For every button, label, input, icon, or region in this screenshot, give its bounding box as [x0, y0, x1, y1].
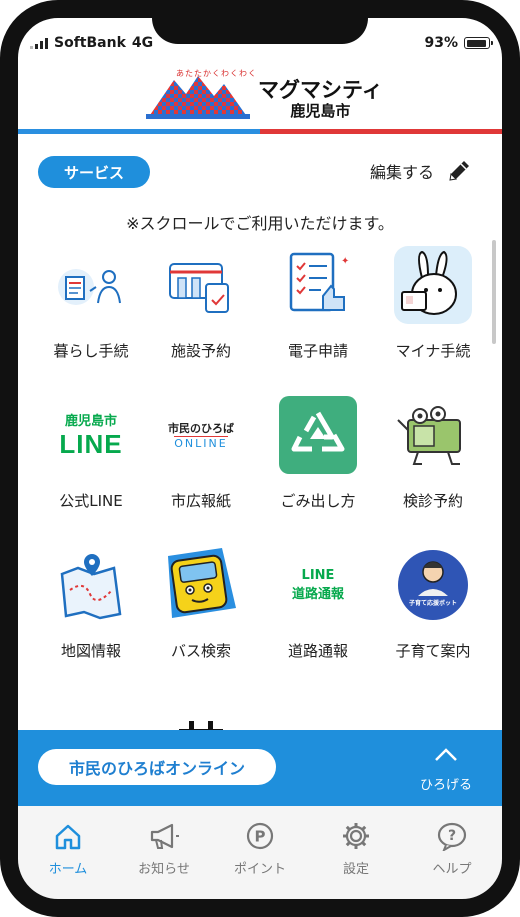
tab-help[interactable]: ? ヘルプ [404, 820, 500, 877]
facility-reservation-icon [162, 246, 240, 324]
svg-text:?: ? [448, 828, 456, 844]
line-logo: 鹿児島市 LINE [52, 396, 130, 474]
megaphone-icon [116, 820, 212, 852]
line-text: LINE [59, 429, 123, 459]
carrier-name: SoftBank [54, 35, 126, 51]
app-title: マグマシティ [258, 78, 383, 102]
road-line-text: LINE [301, 568, 335, 583]
tile-chizu[interactable]: 地図情報 [32, 546, 150, 661]
tile-gomi[interactable]: ごみ出し方 [259, 396, 377, 511]
svg-text:P: P [255, 828, 266, 846]
tile-label: 電子申請 [287, 342, 348, 360]
map-icon [52, 546, 130, 624]
edit-label: 編集する [369, 163, 434, 182]
tile-label: 子育て案内 [395, 642, 471, 660]
e-application-icon: ✦ [279, 246, 357, 324]
tile-label: 暮らし手続 [53, 342, 129, 360]
tile-label: 検診予約 [402, 492, 463, 510]
recycle-icon [279, 396, 357, 474]
expand-button[interactable]: ひろげる [420, 744, 472, 793]
tab-label: お知らせ [138, 862, 190, 877]
road-report-logo: LINE 道路通報 [279, 546, 357, 624]
bot-caption: 子育て応援ボット [408, 600, 457, 607]
battery-icon [464, 37, 493, 49]
tile-label: マイナ手続 [395, 342, 471, 360]
tile-bus[interactable]: バス検索 [142, 546, 260, 661]
tile-label: 公式LINE [59, 492, 123, 510]
battery-percent: 93% [424, 35, 458, 51]
tab-label: ホーム [48, 862, 88, 877]
tile-denshi[interactable]: ✦ 電子申請 [259, 246, 377, 361]
tab-label: 設定 [342, 862, 369, 877]
tile-label: バス検索 [170, 642, 231, 660]
checkup-character-icon [394, 396, 472, 474]
network-type: 4G [131, 35, 154, 51]
tab-bar: ホーム お知らせ P ポイント 設定 ? ヘルプ [18, 806, 502, 899]
tile-label: 市広報紙 [170, 492, 231, 510]
tab-notices[interactable]: お知らせ [116, 820, 212, 877]
scroll-note: ※スクロールでご利用いただけます。 [126, 214, 394, 233]
childcare-bot-icon: 子育て応援ボット [394, 546, 472, 624]
tile-kurashi[interactable]: 暮らし手続 [32, 246, 150, 361]
tab-label: ポイント [233, 862, 286, 877]
tile-label: 施設予約 [170, 342, 231, 360]
tab-label: ヘルプ [432, 862, 472, 877]
tile-line[interactable]: 鹿児島市 LINE 公式LINE [32, 396, 150, 511]
line-city-text: 鹿児島市 [64, 414, 117, 429]
newsletter-logo-top: 市民のひろば [168, 422, 234, 435]
phone-notch [152, 0, 368, 44]
chevron-up-icon [435, 748, 457, 761]
tile-kohoshi[interactable]: 市民のひろば ONLINE 市広報紙 [142, 396, 260, 511]
procedures-icon [52, 246, 130, 324]
tab-home[interactable]: ホーム [20, 820, 116, 877]
signal-icon [30, 37, 48, 49]
tile-label: 道路通報 [287, 642, 348, 660]
mynumber-rabbit-icon [394, 246, 472, 324]
tab-points[interactable]: P ポイント [212, 820, 308, 877]
home-icon [20, 820, 116, 852]
tab-settings[interactable]: 設定 [308, 820, 404, 877]
city-logo: あたたかくわくわく マグマシティ 鹿児島市 [146, 69, 383, 120]
bus-character-icon [162, 546, 240, 624]
newsletter-logo-bottom: ONLINE [174, 436, 228, 450]
app-header: あたたかくわくわく マグマシティ 鹿児島市 [18, 64, 502, 134]
scrollbar[interactable] [492, 240, 496, 344]
pencil-icon [449, 161, 469, 181]
tile-myna[interactable]: マイナ手続 [374, 246, 492, 361]
svg-text:✦: ✦ [341, 256, 349, 267]
gear-icon [308, 820, 404, 852]
app-screen: SoftBank 4G 93% あたたかくわくわく マグマシティ 鹿児島市 サー… [18, 18, 502, 899]
help-icon: ? [404, 820, 500, 852]
point-icon: P [212, 820, 308, 852]
tile-kenshin[interactable]: 検診予約 [374, 396, 492, 511]
tile-shisetsu[interactable]: 施設予約 [142, 246, 260, 361]
service-tab[interactable]: サービス [38, 156, 150, 188]
tile-label: 地図情報 [60, 642, 121, 660]
city-online-button[interactable]: 市民のひろばオンライン [38, 749, 276, 785]
tile-kosodate[interactable]: 子育て応援ボット 子育て案内 [374, 546, 492, 661]
bottom-banner: 市民のひろばオンライン ひろげる [18, 730, 502, 806]
expand-label: ひろげる [419, 778, 472, 793]
service-toolbar: サービス 編集する [18, 156, 502, 196]
city-name: 鹿児島市 [290, 102, 351, 120]
edit-button[interactable]: 編集する [370, 158, 472, 184]
city-newsletter-logo: 市民のひろば ONLINE [162, 396, 240, 474]
header-divider [18, 129, 502, 134]
tile-doro[interactable]: LINE 道路通報 道路通報 [259, 546, 377, 661]
logo-tagline: あたたかくわくわく [176, 69, 257, 78]
tile-label: ごみ出し方 [280, 492, 356, 510]
road-report-text: 道路通報 [291, 587, 344, 602]
